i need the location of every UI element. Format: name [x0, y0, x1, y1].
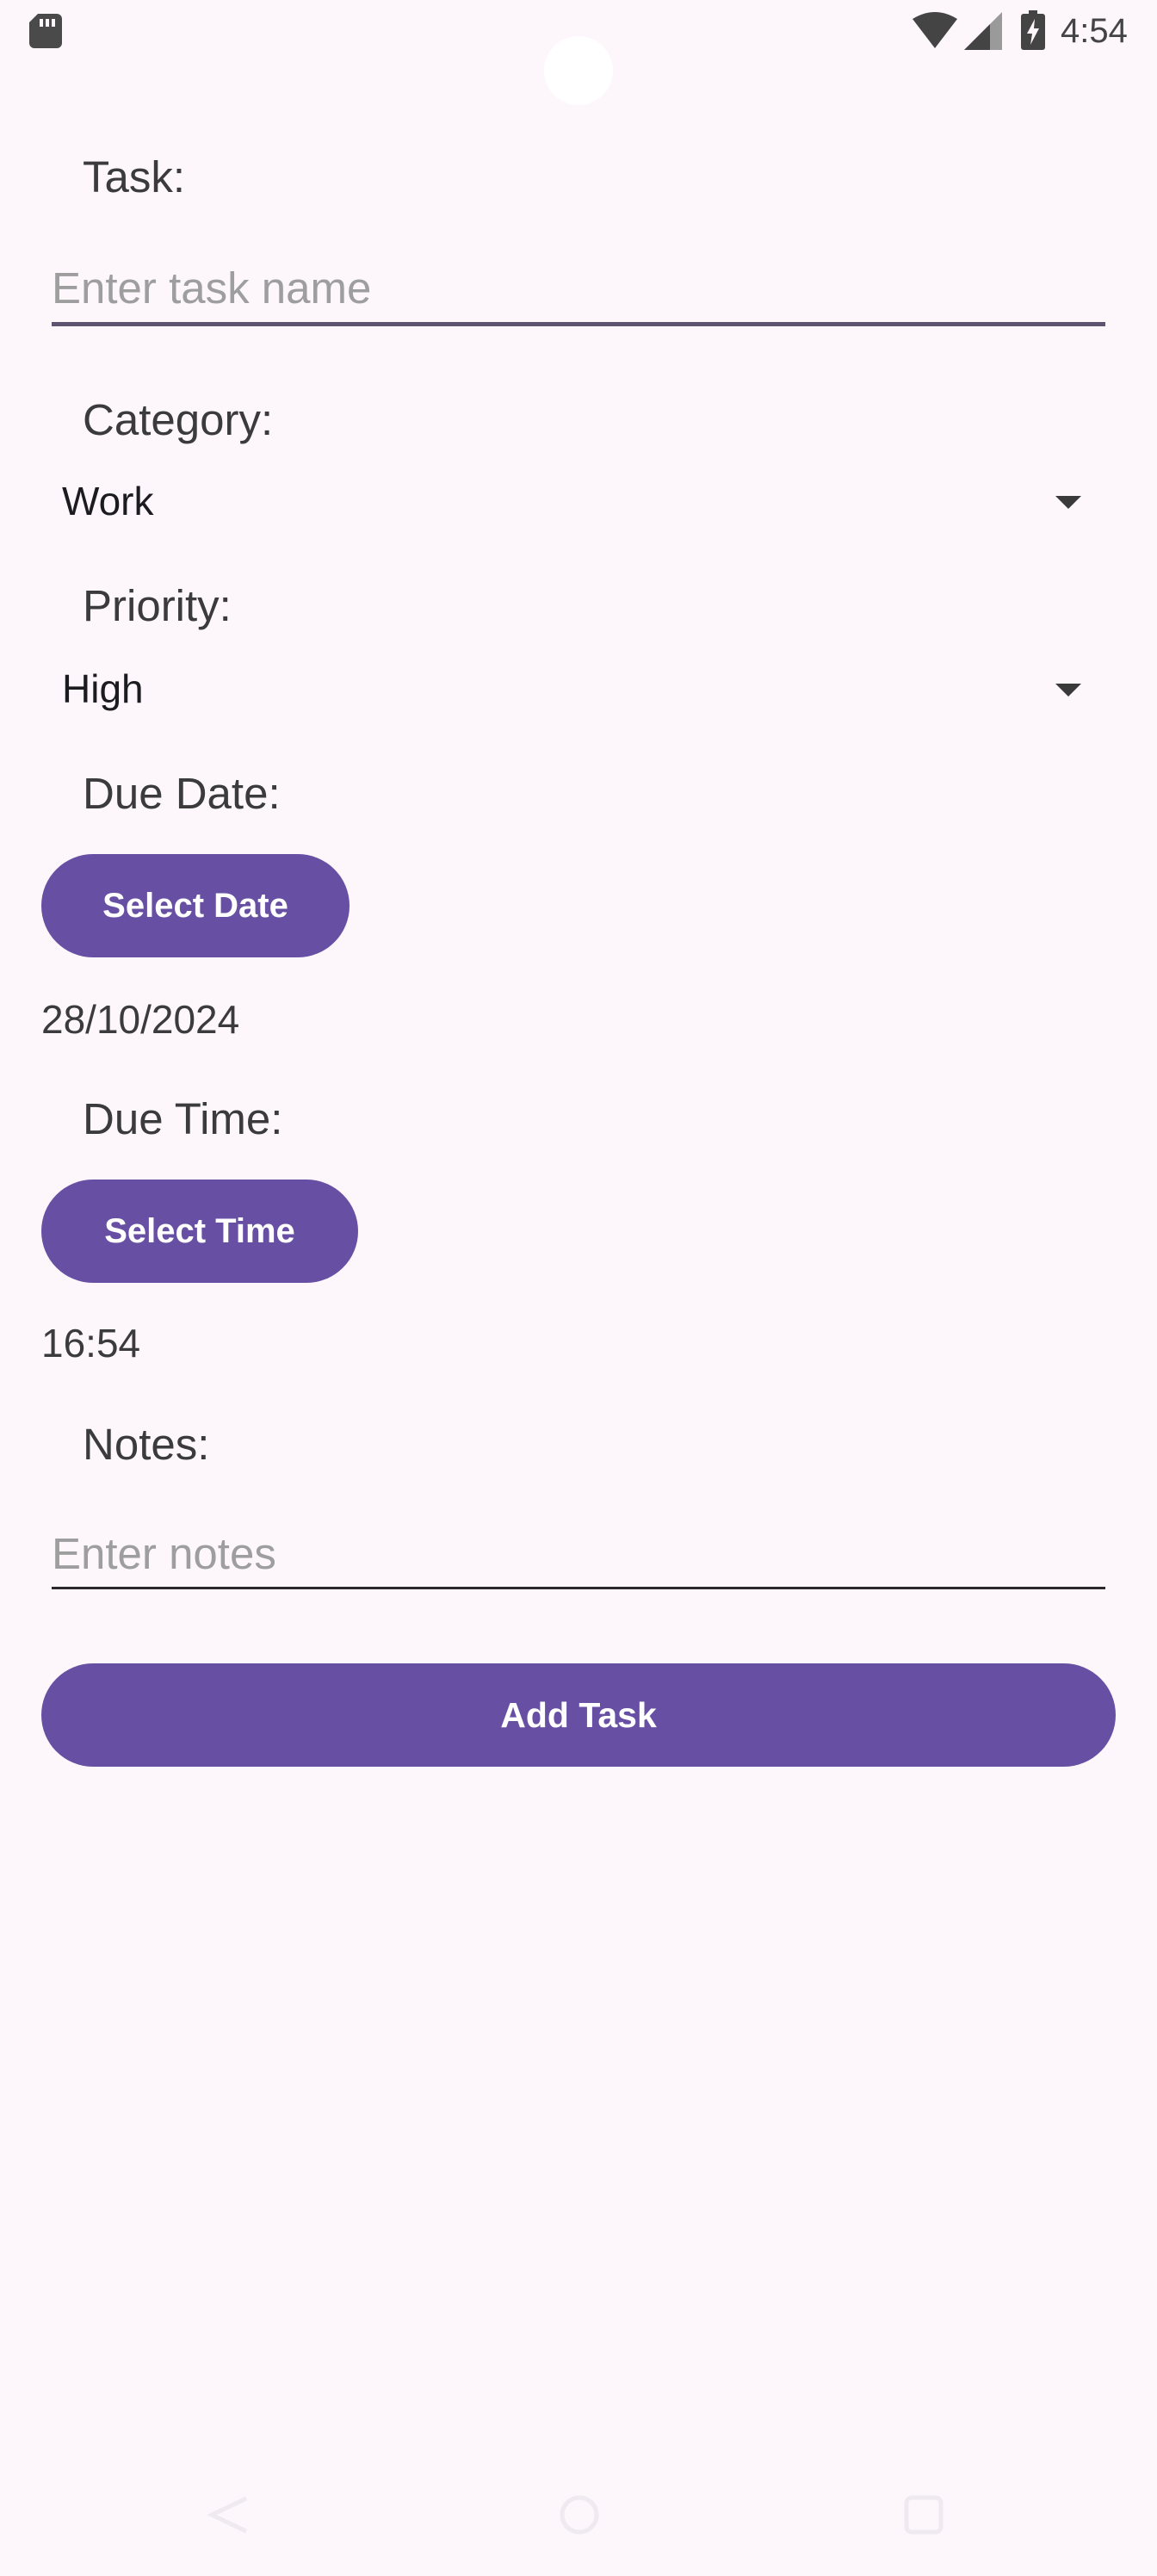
back-icon[interactable]	[207, 2493, 250, 2536]
wifi-icon	[913, 12, 957, 48]
notes-input[interactable]	[52, 1519, 1105, 1588]
cell-signal-icon	[964, 12, 1002, 50]
status-bar: 4:54	[0, 0, 1157, 105]
recents-icon[interactable]	[902, 2493, 945, 2536]
priority-dropdown[interactable]: High	[52, 651, 1105, 728]
due-time-value: 16:54	[41, 1321, 141, 1365]
category-label: Category:	[83, 395, 274, 444]
category-dropdown[interactable]: Work	[52, 463, 1105, 541]
battery-charging-icon	[1021, 10, 1045, 50]
select-date-button[interactable]: Select Date	[41, 854, 350, 957]
home-icon[interactable]	[558, 2493, 601, 2536]
category-selected-value: Work	[62, 479, 154, 523]
task-input-underline	[52, 322, 1105, 326]
sd-card-icon	[29, 14, 62, 48]
due-date-value: 28/10/2024	[41, 997, 240, 1042]
due-date-label: Due Date:	[83, 769, 281, 818]
task-label: Task:	[83, 152, 186, 201]
priority-label: Priority:	[83, 581, 232, 630]
status-time: 4:54	[1061, 12, 1128, 50]
dropdown-arrow-icon	[1055, 496, 1081, 509]
select-time-button[interactable]: Select Time	[41, 1180, 358, 1283]
notes-label: Notes:	[83, 1420, 210, 1469]
dropdown-arrow-icon	[1055, 684, 1081, 697]
camera-cutout	[544, 36, 613, 105]
priority-selected-value: High	[62, 666, 144, 711]
due-time-label: Due Time:	[83, 1094, 283, 1143]
notes-input-underline	[52, 1587, 1105, 1589]
add-task-button[interactable]: Add Task	[41, 1663, 1116, 1767]
task-name-input[interactable]	[52, 253, 1105, 322]
